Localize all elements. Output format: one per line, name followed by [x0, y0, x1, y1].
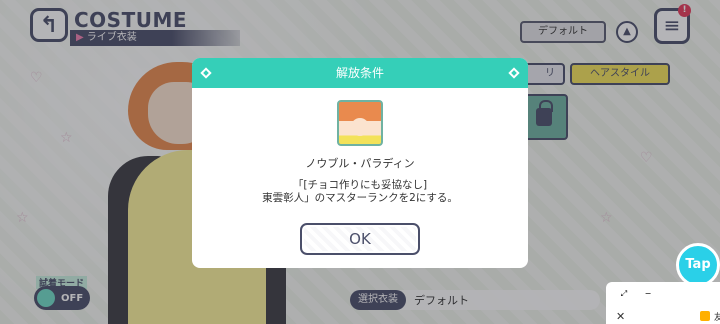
ad-text: 友	[714, 313, 720, 323]
minimize-icon[interactable]: −	[642, 288, 654, 300]
costume-name: ノウブル・パラディン	[305, 157, 415, 170]
portrait-face	[351, 118, 369, 136]
ok-button[interactable]: OK	[300, 223, 420, 255]
diamond-icon	[508, 67, 520, 79]
dialog-title: 解放条件	[335, 66, 384, 80]
unlock-condition-dialog: 解放条件 ノウブル・パラディン 「[チョコ作りにも妥協なし] 東雲彰人」のマスタ…	[192, 58, 528, 268]
tap-badge[interactable]: Tap	[676, 243, 720, 287]
dialog-header: 解放条件	[192, 58, 528, 88]
expand-icon[interactable]: ⤢	[618, 288, 630, 300]
condition-text: 「[チョコ作りにも妥協なし] 東雲彰人」のマスターランクを2にする。	[192, 179, 528, 205]
diamond-icon	[200, 67, 212, 79]
play-icon	[700, 311, 710, 321]
condition-line-1: 「[チョコ作りにも妥協なし]	[292, 179, 428, 191]
close-icon[interactable]: ✕	[616, 310, 625, 323]
condition-line-2: 東雲彰人」のマスターランクを2にする。	[262, 192, 458, 204]
character-portrait	[337, 100, 383, 146]
ad-widget[interactable]: ⤢ − ✕ 友	[606, 282, 720, 324]
